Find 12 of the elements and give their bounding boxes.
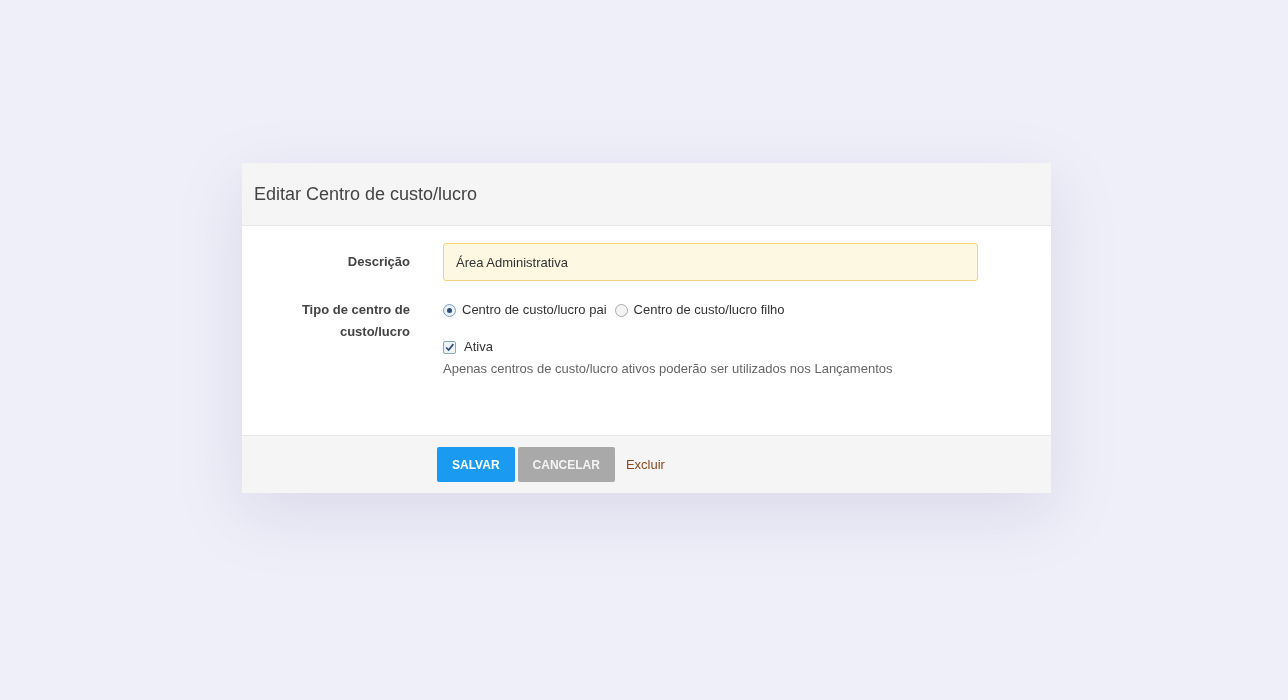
dialog-title: Editar Centro de custo/lucro — [254, 183, 478, 205]
radio-label: Centro de custo/lucro pai — [462, 301, 607, 319]
checkbox[interactable] — [443, 340, 456, 354]
description-field[interactable]: Área Administrativa — [443, 243, 978, 281]
radio-label: Centro de custo/lucro filho — [633, 301, 785, 319]
field-label: Descrição — [346, 253, 410, 271]
checkbox-label: Ativa — [464, 338, 493, 356]
delete-link[interactable]: Excluir — [617, 447, 673, 482]
radio-button[interactable] — [443, 303, 456, 317]
help-text: Apenas centros de custo/lucro ativos poderão ser utilizados nos Lançamentos — [443, 360, 894, 378]
radio-button[interactable] — [614, 303, 628, 317]
field-label: Tipo de centro de custo/lucro — [300, 301, 410, 341]
